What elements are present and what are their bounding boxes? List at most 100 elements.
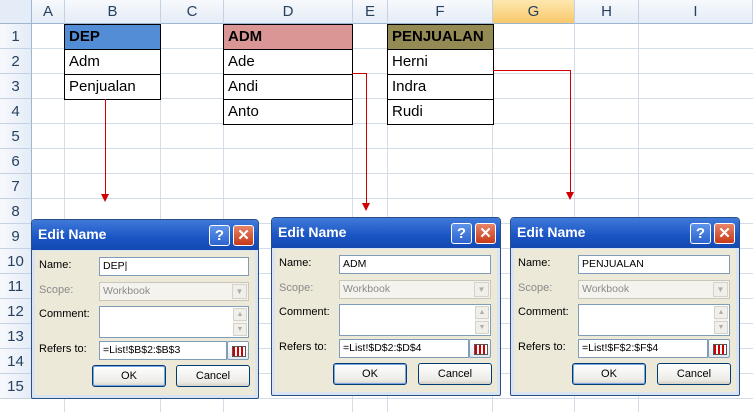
table-dep-cell[interactable]: Penjualan — [64, 74, 161, 100]
refers-to-input[interactable]: =List!$F$2:$F$4 — [578, 339, 708, 358]
cancel-button[interactable]: Cancel — [418, 363, 492, 385]
table-penjualan-header[interactable]: PENJUALAN — [387, 24, 494, 50]
scroll-down-icon[interactable]: ▼ — [714, 321, 728, 334]
collapse-dialog-icon[interactable] — [469, 339, 491, 358]
name-input[interactable]: PENJUALAN — [578, 255, 730, 274]
row-header-7[interactable]: 7 — [0, 174, 32, 199]
column-header-b[interactable]: B — [65, 0, 161, 24]
edit-name-dialog-adm: Edit Name ? ✕ Name: ADM Scope: Workbook ▼… — [271, 217, 501, 396]
refers-to-label: Refers to: — [518, 341, 566, 353]
name-input[interactable]: DEP| — [99, 257, 249, 276]
comment-label: Comment: — [39, 308, 90, 320]
refers-to-input[interactable]: =List!$D$2:$D$4 — [339, 339, 469, 358]
ok-button[interactable]: OK — [333, 363, 407, 385]
collapse-dialog-icon[interactable] — [227, 341, 249, 360]
column-header-a[interactable]: A — [32, 0, 65, 24]
row-header-6[interactable]: 6 — [0, 149, 32, 174]
row-header-14[interactable]: 14 — [0, 349, 32, 374]
arrow-line — [493, 70, 570, 71]
row-header-15[interactable]: 15 — [0, 374, 32, 399]
dialog-title-bar[interactable]: Edit Name ? ✕ — [32, 220, 258, 250]
column-header-h[interactable]: H — [575, 0, 639, 24]
help-icon[interactable]: ? — [690, 223, 711, 244]
column-header-e[interactable]: E — [353, 0, 388, 24]
table-penjualan-cell[interactable]: Indra — [387, 74, 494, 100]
table-adm-cell[interactable]: Andi — [223, 74, 353, 100]
comment-label: Comment: — [518, 306, 569, 318]
row-header-5[interactable]: 5 — [0, 124, 32, 149]
column-header-f[interactable]: F — [388, 0, 493, 24]
table-penjualan-cell[interactable]: Herni — [387, 49, 494, 75]
scroll-down-icon[interactable]: ▼ — [233, 323, 247, 336]
scope-select[interactable]: Workbook ▼ — [99, 282, 249, 301]
arrow-line — [105, 99, 106, 194]
edit-name-dialog-dep: Edit Name ? ✕ Name: DEP| Scope: Workbook… — [31, 219, 259, 399]
table-dep-cell[interactable]: Adm — [64, 49, 161, 75]
table-adm-header[interactable]: ADM — [223, 24, 353, 50]
scroll-up-icon[interactable]: ▲ — [714, 306, 728, 319]
scope-select[interactable]: Workbook ▼ — [578, 280, 730, 299]
collapse-dialog-icon[interactable] — [708, 339, 730, 358]
name-label: Name: — [39, 259, 72, 271]
row-header-11[interactable]: 11 — [0, 274, 32, 299]
cancel-button[interactable]: Cancel — [657, 363, 731, 385]
dialog-title: Edit Name — [278, 224, 347, 240]
chevron-down-icon: ▼ — [713, 282, 728, 297]
ok-button[interactable]: OK — [572, 363, 646, 385]
chevron-down-icon: ▼ — [232, 284, 247, 299]
scroll-up-icon[interactable]: ▲ — [233, 308, 247, 321]
row-header-3[interactable]: 3 — [0, 74, 32, 99]
dialog-title: Edit Name — [38, 226, 107, 242]
scope-label: Scope: — [279, 282, 314, 294]
row-header-2[interactable]: 2 — [0, 49, 32, 74]
cancel-button[interactable]: Cancel — [176, 365, 250, 387]
comment-textarea[interactable]: ▲ ▼ — [578, 304, 730, 336]
close-icon[interactable]: ✕ — [714, 223, 735, 244]
table-adm-cell[interactable]: Ade — [223, 49, 353, 75]
arrowhead-icon — [362, 203, 370, 211]
comment-textarea[interactable]: ▲ ▼ — [339, 304, 491, 336]
comment-textarea[interactable]: ▲ ▼ — [99, 306, 249, 338]
scope-value: Workbook — [582, 283, 630, 295]
row-header-1[interactable]: 1 — [0, 24, 32, 49]
dialog-title-bar[interactable]: Edit Name ? ✕ — [272, 218, 500, 248]
scope-label: Scope: — [39, 284, 74, 296]
scope-value: Workbook — [343, 283, 391, 295]
scope-select[interactable]: Workbook ▼ — [339, 280, 491, 299]
row-header-8[interactable]: 8 — [0, 199, 32, 224]
row-header-4[interactable]: 4 — [0, 99, 32, 124]
scroll-up-icon[interactable]: ▲ — [475, 306, 489, 319]
close-icon[interactable]: ✕ — [475, 223, 496, 244]
column-header-g[interactable]: G — [493, 0, 575, 24]
column-header-i[interactable]: I — [639, 0, 753, 24]
scope-label: Scope: — [518, 282, 553, 294]
select-all-corner[interactable] — [0, 0, 32, 24]
dialog-title: Edit Name — [517, 224, 586, 240]
edit-name-dialog-penjualan: Edit Name ? ✕ Name: PENJUALAN Scope: Wor… — [510, 217, 740, 396]
row-header-12[interactable]: 12 — [0, 299, 32, 324]
column-header-d[interactable]: D — [224, 0, 353, 24]
chevron-down-icon: ▼ — [474, 282, 489, 297]
refers-to-label: Refers to: — [39, 343, 87, 355]
name-label: Name: — [279, 257, 312, 269]
help-icon[interactable]: ? — [209, 225, 230, 246]
table-penjualan-cell[interactable]: Rudi — [387, 99, 494, 125]
ok-button[interactable]: OK — [92, 365, 166, 387]
column-header-c[interactable]: C — [161, 0, 224, 24]
name-label: Name: — [518, 257, 551, 269]
row-header-13[interactable]: 13 — [0, 324, 32, 349]
row-header-9[interactable]: 9 — [0, 224, 32, 249]
close-icon[interactable]: ✕ — [233, 225, 254, 246]
arrow-line — [352, 73, 366, 74]
dialog-title-bar[interactable]: Edit Name ? ✕ — [511, 218, 739, 248]
scroll-down-icon[interactable]: ▼ — [475, 321, 489, 334]
table-dep-header[interactable]: DEP — [64, 24, 161, 50]
arrowhead-icon — [566, 192, 574, 200]
arrowhead-icon — [101, 194, 109, 202]
comment-label: Comment: — [279, 306, 330, 318]
table-adm-cell[interactable]: Anto — [223, 99, 353, 125]
refers-to-input[interactable]: =List!$B$2:$B$3 — [99, 341, 227, 360]
name-input[interactable]: ADM — [339, 255, 491, 274]
row-header-10[interactable]: 10 — [0, 249, 32, 274]
help-icon[interactable]: ? — [451, 223, 472, 244]
